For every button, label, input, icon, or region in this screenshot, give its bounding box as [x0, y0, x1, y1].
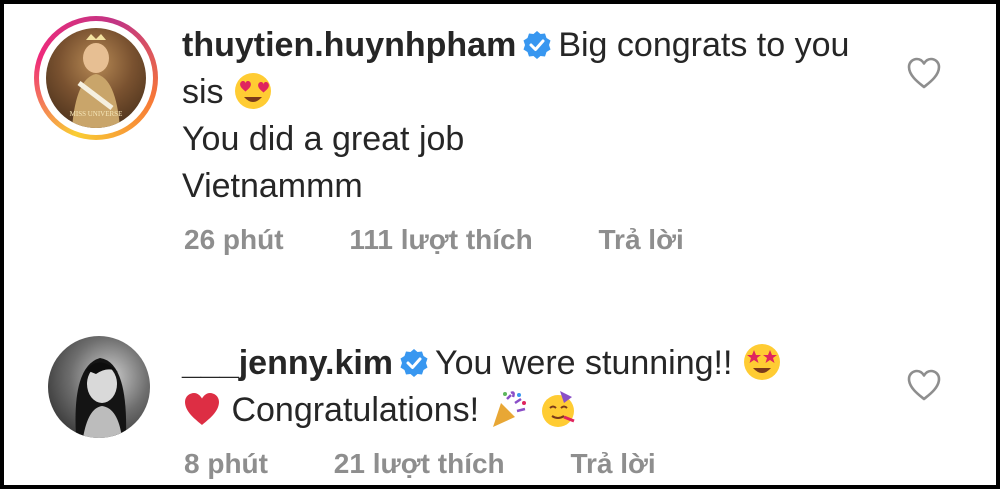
comment-body-line: Vietnammm	[182, 167, 363, 205]
comment-body: Congratulations!	[231, 391, 480, 429]
comment-username[interactable]: ___jenny.kim	[182, 344, 393, 382]
avatar-image	[75, 358, 127, 438]
verified-badge-icon	[523, 31, 551, 59]
party-popper-emoji	[492, 391, 526, 427]
partying-face-emoji	[541, 391, 575, 427]
heart-outline-icon[interactable]	[906, 56, 942, 90]
comment-likes[interactable]: 111 lượt thích	[349, 224, 532, 255]
comment-text: thuytien.huynhpham Big congrats to you s…	[182, 22, 886, 210]
reply-button[interactable]: Trả lời	[598, 224, 683, 255]
story-ring[interactable]: MISS UNIVERSE	[34, 16, 158, 140]
comment-username[interactable]: thuytien.huynhpham	[182, 26, 516, 64]
comments-panel: MISS UNIVERSE thuytien.huynhpham Big con…	[4, 4, 996, 485]
avatar[interactable]: MISS UNIVERSE	[46, 28, 146, 128]
comment-meta: 26 phút 111 lượt thích Trả lời	[184, 224, 742, 256]
comment-body-line: You did a great job	[182, 120, 465, 158]
reply-button[interactable]: Trả lời	[570, 448, 655, 479]
comment-time[interactable]: 8 phút	[184, 448, 268, 479]
comment-text: ___jenny.kim You were stunning!! Congrat…	[182, 340, 886, 434]
comment-body: You were stunning!!	[435, 344, 733, 382]
comment-likes[interactable]: 21 lượt thích	[334, 448, 505, 479]
heart-eyes-emoji	[235, 73, 272, 109]
comment-meta: 8 phút 21 lượt thích Trả lời	[184, 448, 714, 480]
star-struck-emoji	[743, 344, 780, 380]
verified-badge-icon	[400, 349, 428, 377]
red-heart-emoji	[185, 393, 219, 425]
svg-text:MISS UNIVERSE: MISS UNIVERSE	[70, 110, 123, 118]
avatar[interactable]	[48, 336, 150, 438]
heart-outline-icon[interactable]	[906, 368, 942, 402]
avatar-image: MISS UNIVERSE	[70, 34, 123, 128]
comment-time[interactable]: 26 phút	[184, 224, 284, 255]
